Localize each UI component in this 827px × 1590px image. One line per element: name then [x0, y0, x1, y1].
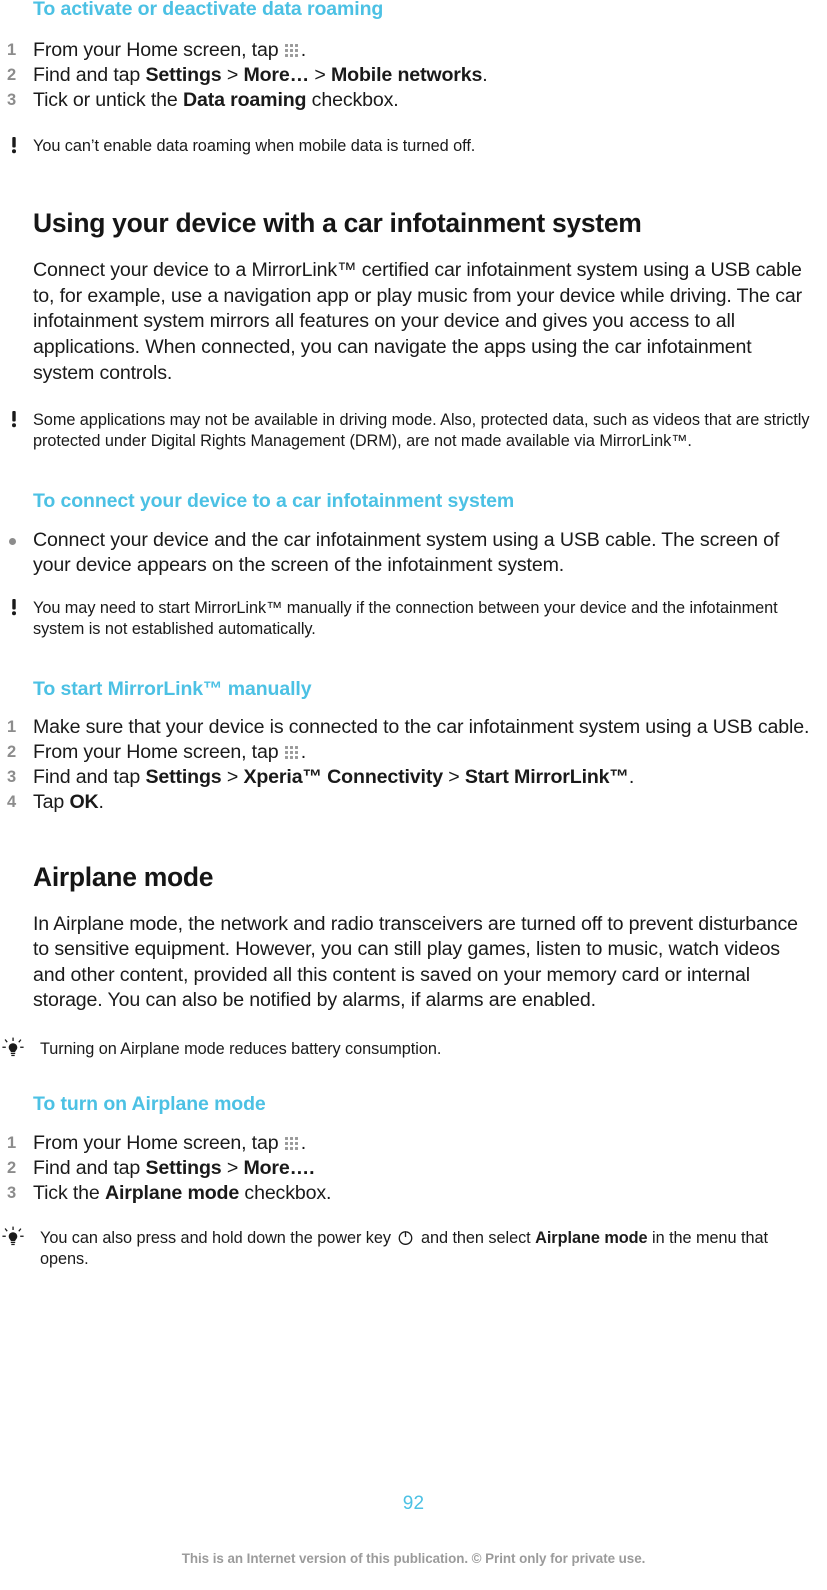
ui-checkbox-data-roaming: Data roaming — [182, 89, 307, 112]
tip-text-mid: and then select — [416, 1229, 536, 1248]
path-separator: > — [309, 64, 331, 87]
step-number: 1 — [7, 717, 17, 736]
warning-icon — [4, 410, 26, 430]
step-number: 2 — [7, 1158, 17, 1177]
step-number: 4 — [7, 793, 17, 812]
tip-text: Turning on Airplane mode reduces battery… — [40, 1039, 442, 1058]
ui-path-mobile-networks: Mobile networks — [331, 64, 483, 87]
step-text: From your Home screen, tap — [33, 740, 284, 763]
step-text-suffix: . — [300, 1131, 307, 1154]
steps-connect-car: Connect your device and the car infotain… — [0, 528, 827, 579]
launcher-icon — [284, 745, 300, 759]
step-text: From your Home screen, tap — [33, 1131, 284, 1154]
note-connect-car: You may need to start MirrorLink™ manual… — [0, 598, 827, 640]
ui-path-settings: Settings — [145, 64, 222, 87]
steps-turn-on-airplane: 1 From your Home screen, tap . 2 Find an… — [0, 1131, 827, 1207]
step-text-suffix: . — [300, 740, 307, 763]
list-item: 3 Tick or untick the Data roaming checkb… — [0, 88, 827, 113]
note-text: You may need to start MirrorLink™ manual… — [33, 599, 778, 638]
ui-menu-airplane-mode: Airplane mode — [535, 1229, 648, 1248]
warning-icon — [4, 136, 26, 156]
ui-path-settings: Settings — [145, 766, 222, 789]
step-text: Make sure that your device is connected … — [33, 715, 810, 738]
path-separator: > — [221, 766, 244, 789]
step-text: Tap — [33, 791, 70, 814]
step-text: Connect your device and the car infotain… — [33, 528, 780, 576]
paragraph-airplane-mode: In Airplane mode, the network and radio … — [33, 912, 798, 1012]
list-item: 2 Find and tap Settings > More… > Mobile… — [0, 63, 827, 88]
step-number: 2 — [7, 66, 17, 85]
path-separator: > — [221, 64, 244, 87]
step-number: 2 — [7, 742, 17, 761]
step-text-suffix: checkbox. — [306, 89, 399, 112]
bullet-icon — [9, 537, 16, 545]
step-text-suffix: . — [482, 64, 488, 87]
steps-start-mirrorlink: 1 Make sure that your device is connecte… — [0, 715, 827, 816]
page-number: 92 — [402, 1493, 425, 1514]
tip-airplane-mode: Turning on Airplane mode reduces battery… — [0, 1037, 827, 1060]
step-number: 3 — [7, 768, 17, 787]
tip-text: You can also press and hold down the pow… — [40, 1229, 396, 1248]
paragraph-car-infotainment: Connect your device to a MirrorLink™ cer… — [33, 259, 803, 384]
ui-checkbox-airplane-mode: Airplane mode — [104, 1182, 240, 1205]
step-number: 1 — [7, 40, 17, 59]
ui-path-more: More… — [243, 64, 310, 87]
heading-car-infotainment: Using your device with a car infotainmen… — [33, 208, 642, 239]
ui-path-xperia-connectivity: Xperia™ Connectivity — [243, 766, 443, 789]
step-number: 3 — [7, 91, 17, 110]
step-number: 3 — [7, 1184, 17, 1203]
warning-icon — [4, 598, 26, 618]
step-text: Find and tap — [33, 64, 146, 87]
step-text-suffix: . — [628, 766, 635, 789]
note-data-roaming: You can’t enable data roaming when mobil… — [0, 136, 827, 157]
ui-path-start-mirrorlink: Start MirrorLink™ — [464, 766, 629, 789]
steps-data-roaming: 1 From your Home screen, tap . 2 Find an… — [0, 38, 827, 114]
list-item: 3 Tick the Airplane mode checkbox. — [0, 1181, 827, 1206]
path-separator: > — [442, 766, 465, 789]
list-item: 1 From your Home screen, tap . — [0, 38, 827, 63]
list-item: 4 Tap OK. — [0, 790, 827, 815]
launcher-icon — [284, 1136, 300, 1150]
list-item: Connect your device and the car infotain… — [0, 528, 827, 579]
list-item: 2 Find and tap Settings > More…. — [0, 1156, 827, 1181]
ui-path-more: More…. — [243, 1156, 315, 1179]
step-text: Tick the — [33, 1182, 105, 1205]
list-item: 1 From your Home screen, tap . — [0, 1131, 827, 1156]
list-item: 1 Make sure that your device is connecte… — [0, 715, 827, 740]
step-text: Find and tap — [33, 1156, 146, 1179]
document-page: To activate or deactivate data roaming 1… — [0, 0, 827, 1590]
heading-turn-on-airplane: To turn on Airplane mode — [33, 1092, 266, 1115]
list-item: 2 From your Home screen, tap . — [0, 740, 827, 765]
step-text: Tick or untick the — [33, 89, 183, 112]
note-text: You can’t enable data roaming when mobil… — [33, 136, 476, 155]
power-icon — [397, 1229, 414, 1246]
launcher-icon — [284, 43, 300, 57]
footer-copyright: This is an Internet version of this publ… — [181, 1551, 646, 1566]
heading-airplane-mode: Airplane mode — [33, 861, 214, 892]
note-text: Some applications may not be available i… — [33, 411, 810, 451]
step-text-suffix: . — [300, 38, 307, 61]
heading-start-mirrorlink: To start MirrorLink™ manually — [33, 677, 312, 700]
tip-turn-on-airplane: You can also press and hold down the pow… — [0, 1226, 827, 1270]
heading-data-roaming: To activate or deactivate data roaming — [33, 0, 384, 20]
step-text-suffix: . — [98, 791, 104, 814]
list-item: 3 Find and tap Settings > Xperia™ Connec… — [0, 765, 827, 790]
step-text-suffix: checkbox. — [239, 1182, 332, 1205]
step-number: 1 — [7, 1133, 17, 1152]
ui-path-settings: Settings — [145, 1156, 222, 1179]
path-separator: > — [221, 1156, 244, 1179]
lightbulb-icon — [2, 1037, 24, 1057]
ui-button-ok: OK — [69, 791, 99, 814]
step-text: From your Home screen, tap — [33, 38, 284, 61]
page-content: To activate or deactivate data roaming 1… — [0, 0, 827, 1270]
step-text: Find and tap — [33, 766, 146, 789]
note-car-infotainment: Some applications may not be available i… — [0, 410, 827, 452]
lightbulb-icon — [2, 1226, 24, 1246]
heading-connect-car: To connect your device to a car infotain… — [33, 489, 515, 512]
